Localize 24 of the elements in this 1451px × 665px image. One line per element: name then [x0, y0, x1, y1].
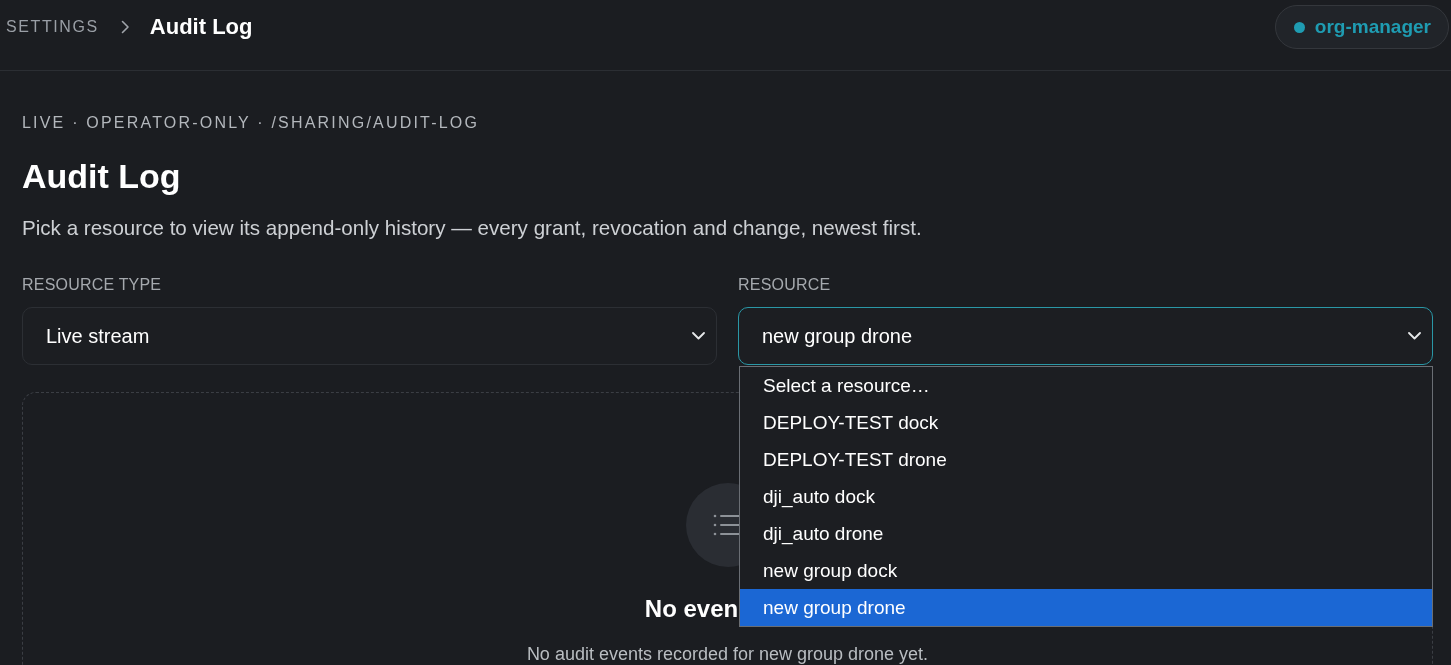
chevron-down-icon: [1408, 332, 1421, 340]
dropdown-option[interactable]: new group drone: [740, 589, 1432, 626]
current-page-title: Audit Log: [149, 14, 253, 40]
list-icon: [685, 483, 740, 567]
field-label: RESOURCE TYPE: [22, 275, 163, 295]
select-field[interactable]: new group drone: [738, 307, 1433, 365]
dropdown-option[interactable]: DEPLOY-TEST dock: [740, 404, 1432, 441]
dropdown-option[interactable]: new group dock: [740, 552, 1432, 589]
page-description: Pick a resource to view its append-only history — every grant, revocation and change, newest first.: [22, 216, 923, 240]
empty-state-title: No even: [644, 594, 739, 624]
page-title: Audit Log: [22, 156, 182, 196]
chevron-down-icon: [692, 332, 705, 340]
select-field[interactable]: Live stream: [22, 307, 717, 365]
status-dot-icon: [1293, 21, 1305, 33]
chevron-right-icon: [120, 20, 130, 34]
dropdown-option[interactable]: DEPLOY-TEST drone: [740, 441, 1432, 478]
account-badge[interactable]: org-manager: [1274, 5, 1449, 49]
dropdown-option[interactable]: dji_auto dock: [740, 478, 1432, 515]
breadcrumb-link[interactable]: SETTINGS: [6, 18, 99, 36]
field-label: RESOURCE: [738, 275, 832, 295]
page-eyebrow: LIVE · OPERATOR-ONLY · /SHARING/AUDIT-LOG: [22, 113, 481, 133]
dropdown-option[interactable]: dji_auto drone: [740, 515, 1432, 552]
dropdown-option[interactable]: Select a resource…: [740, 367, 1432, 404]
empty-state-message: No audit events recorded for new group drone yet.: [526, 643, 929, 665]
